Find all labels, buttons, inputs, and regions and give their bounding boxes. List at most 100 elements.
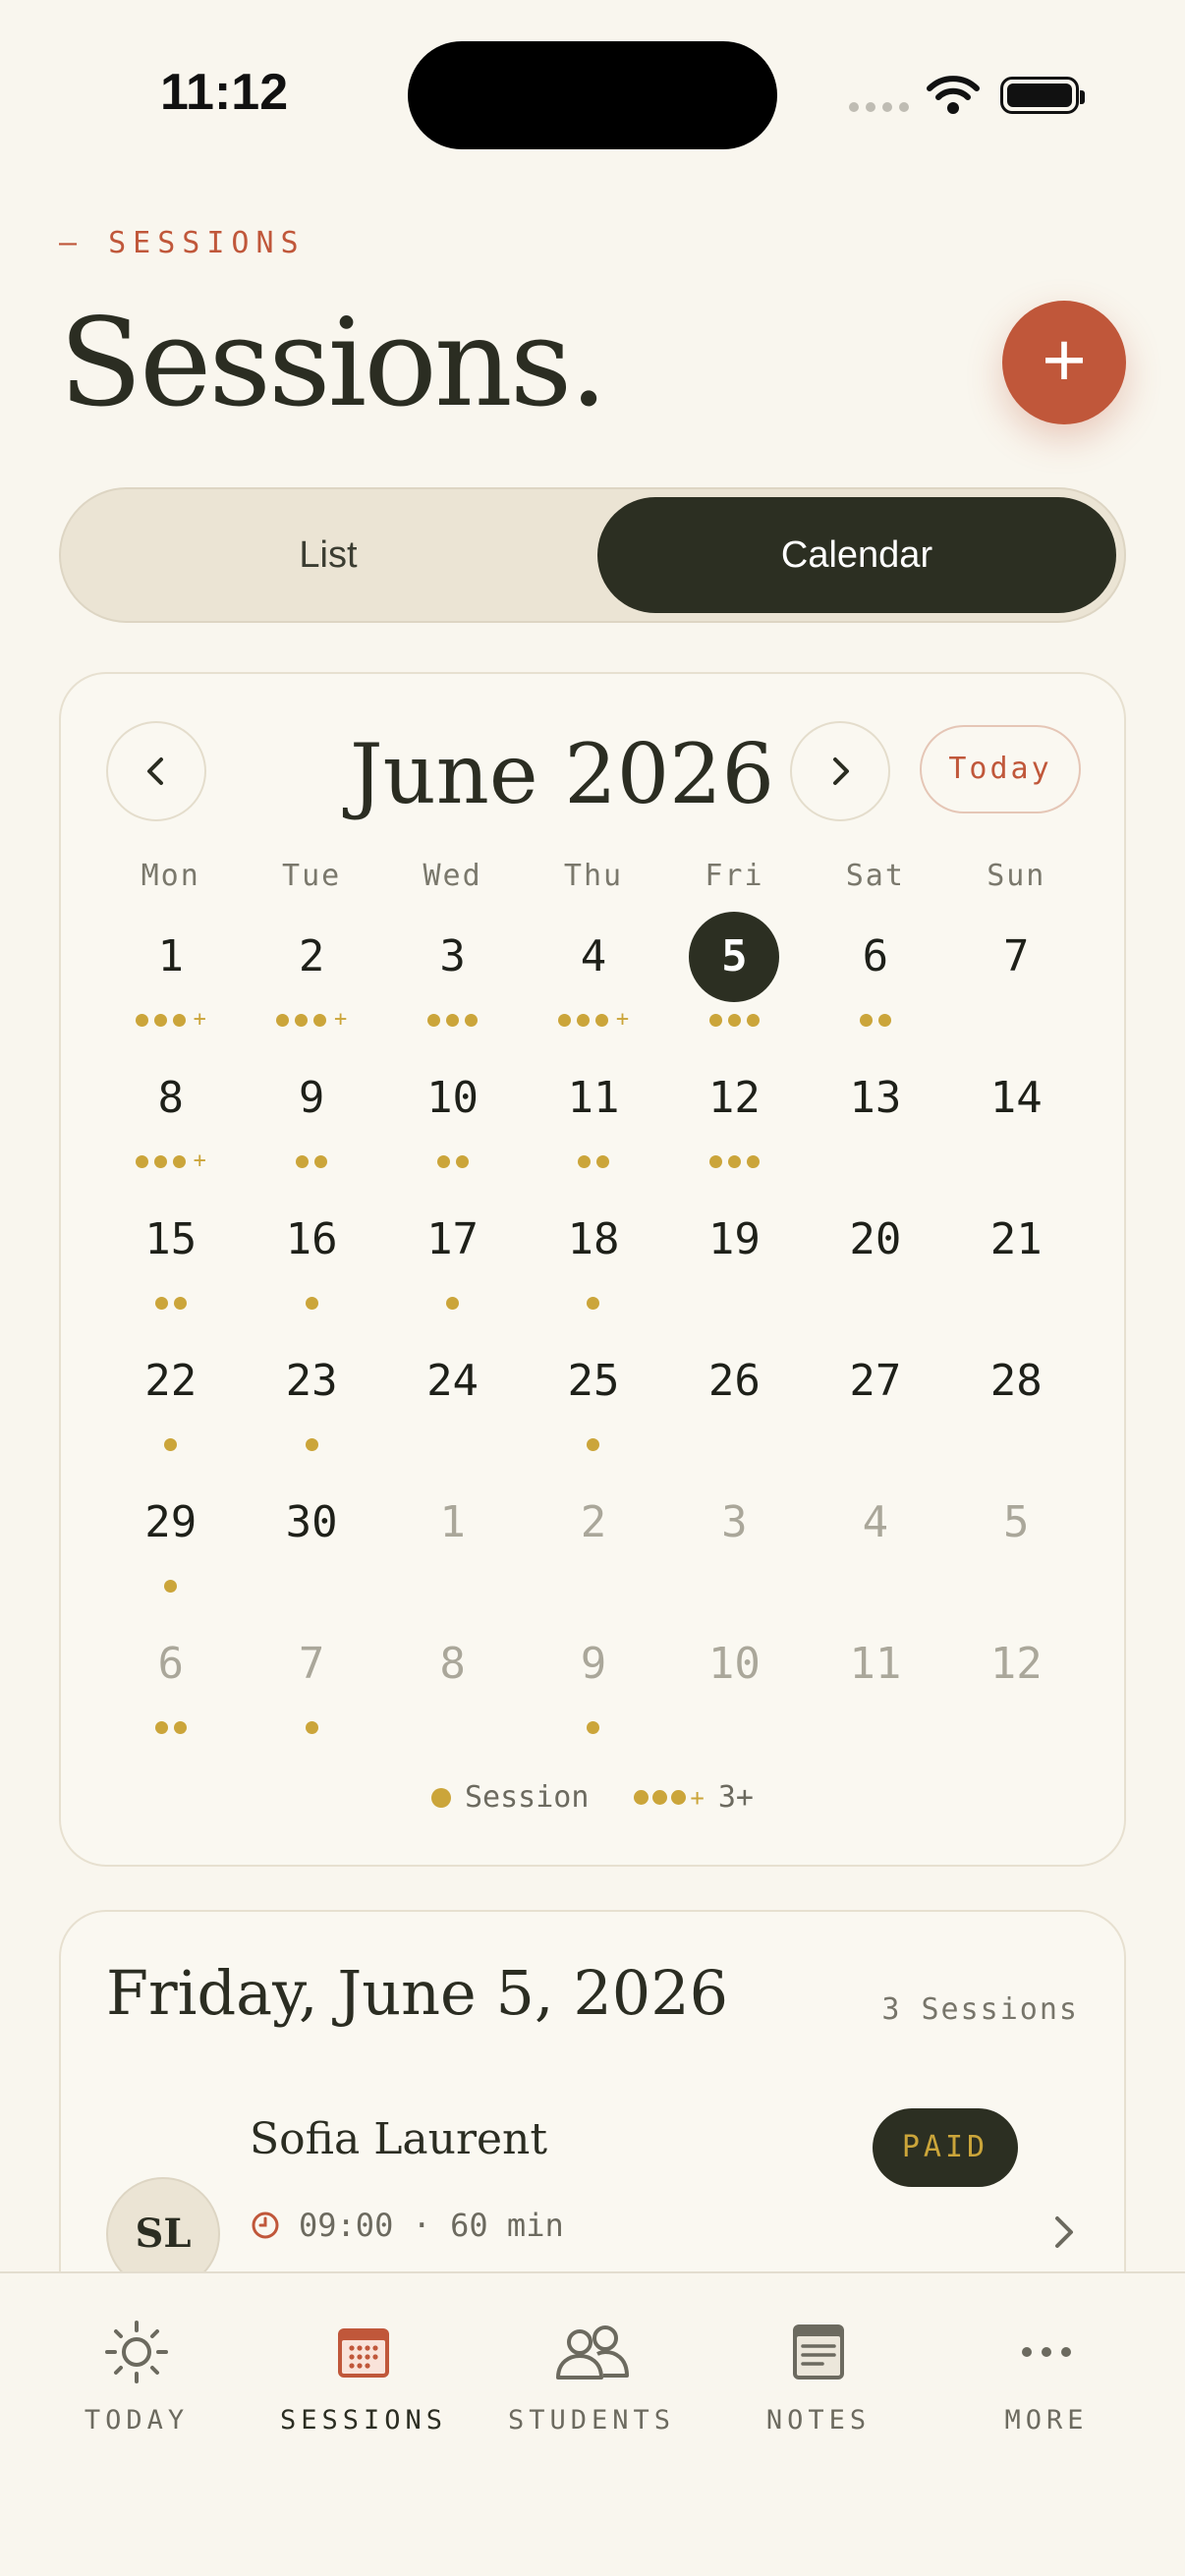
calendar-day[interactable]: 29 xyxy=(100,1478,241,1619)
calendar-day[interactable]: 20 xyxy=(805,1195,945,1336)
prev-month-button[interactable] xyxy=(106,721,206,821)
student-name: Sofia Laurent xyxy=(250,2114,548,2164)
tab-sessions[interactable]: SESSIONS xyxy=(246,2317,481,2436)
session-dot-icon xyxy=(446,1013,460,1027)
weekday-header: Mon Tue Wed Thu Fri Sat Sun xyxy=(100,859,1087,893)
day-number: 19 xyxy=(707,1214,761,1264)
calendar-day[interactable]: 23 xyxy=(241,1336,381,1478)
session-dots: + xyxy=(100,1009,241,1031)
session-dots xyxy=(241,1151,381,1171)
calendar-day[interactable]: 30 xyxy=(241,1478,381,1619)
calendar-day[interactable]: 8 + xyxy=(100,1053,241,1195)
calendar-day[interactable]: 15 xyxy=(100,1195,241,1336)
status-badge: PAID xyxy=(873,2108,1018,2187)
tab-bar: TODAY SESSIONS STUDENTS NOTES MORE xyxy=(0,2271,1185,2576)
day-number: 5 xyxy=(1003,1497,1030,1547)
session-dot-icon xyxy=(708,1154,722,1168)
calendar-day[interactable]: 9 xyxy=(241,1053,381,1195)
calendar-day[interactable]: 7 xyxy=(241,1619,381,1761)
calendar-day[interactable]: 16 xyxy=(241,1195,381,1336)
calendar-day[interactable]: 26 xyxy=(664,1336,805,1478)
weekday-label: Wed xyxy=(423,859,482,893)
calendar-day[interactable]: 10 xyxy=(664,1619,805,1761)
calendar-day[interactable]: 9 xyxy=(523,1619,663,1761)
day-number: 26 xyxy=(707,1356,761,1406)
calendar-day[interactable]: 10 xyxy=(382,1053,523,1195)
session-dot-icon xyxy=(427,1013,441,1027)
session-dots xyxy=(664,1151,805,1171)
calendar-day[interactable]: 11 xyxy=(523,1053,663,1195)
calendar-day[interactable]: 7 xyxy=(946,912,1087,1053)
list-view-tab[interactable]: List xyxy=(69,497,588,613)
next-month-button[interactable] xyxy=(790,721,890,821)
day-number: 8 xyxy=(157,1073,184,1123)
session-dots xyxy=(523,1151,663,1171)
session-dots xyxy=(100,1434,241,1454)
calendar-day[interactable]: 24 xyxy=(382,1336,523,1478)
session-count: 3 Sessions xyxy=(881,1992,1079,2027)
calendar-day[interactable]: 18 xyxy=(523,1195,663,1336)
session-dot-icon xyxy=(314,1154,328,1168)
page-title: Sessions. xyxy=(59,293,608,434)
session-dot-icon xyxy=(708,1013,722,1027)
calendar-day[interactable]: 25 xyxy=(523,1336,663,1478)
calendar-day[interactable]: 2 + xyxy=(241,912,381,1053)
weekday-label: Sun xyxy=(987,859,1046,893)
day-number: 2 xyxy=(580,1497,607,1547)
session-dot-icon xyxy=(305,1437,318,1451)
add-session-button[interactable]: + xyxy=(1002,301,1126,424)
calendar-day[interactable]: 28 xyxy=(946,1336,1087,1478)
day-number: 9 xyxy=(298,1073,325,1123)
session-dot-icon xyxy=(746,1013,760,1027)
tab-more[interactable]: MORE xyxy=(929,2317,1164,2436)
calendar-day-selected[interactable]: 5 xyxy=(664,912,805,1053)
session-dot-icon xyxy=(587,1296,600,1310)
calendar-day[interactable]: 6 xyxy=(100,1619,241,1761)
today-button[interactable]: Today xyxy=(920,725,1081,813)
calendar-day[interactable]: 1 xyxy=(382,1478,523,1619)
calendar-day[interactable]: 4 + xyxy=(523,912,663,1053)
day-number: 4 xyxy=(862,1497,889,1547)
calendar-day[interactable]: 6 xyxy=(805,912,945,1053)
tab-notes[interactable]: NOTES xyxy=(701,2317,936,2436)
session-dot-icon xyxy=(135,1154,148,1168)
day-number: 28 xyxy=(989,1356,1043,1406)
calendar-day[interactable]: 11 xyxy=(805,1619,945,1761)
calendar-day[interactable]: 3 xyxy=(664,1478,805,1619)
session-dots xyxy=(523,1717,663,1737)
day-number: 10 xyxy=(707,1639,761,1689)
calendar-day[interactable]: 4 xyxy=(805,1478,945,1619)
calendar-day[interactable]: 3 xyxy=(382,912,523,1053)
calendar-view-tab[interactable]: Calendar xyxy=(597,497,1116,613)
calendar-day[interactable]: 12 xyxy=(946,1619,1087,1761)
calendar-day[interactable]: 22 xyxy=(100,1336,241,1478)
session-dot-icon xyxy=(153,1154,167,1168)
tab-today[interactable]: TODAY xyxy=(19,2317,254,2436)
session-dot-icon xyxy=(727,1154,741,1168)
session-dot-icon xyxy=(164,1437,178,1451)
calendar-day[interactable]: 12 xyxy=(664,1053,805,1195)
session-dots xyxy=(241,1717,381,1737)
calendar-day[interactable]: 14 xyxy=(946,1053,1087,1195)
session-dots xyxy=(382,1010,523,1030)
day-number: 22 xyxy=(144,1356,198,1406)
session-dots xyxy=(100,1576,241,1596)
session-dot-icon xyxy=(577,1154,591,1168)
calendar-day[interactable]: 13 xyxy=(805,1053,945,1195)
calendar-day[interactable]: 1 + xyxy=(100,912,241,1053)
legend-many-label: 3+ xyxy=(717,1780,754,1815)
session-dot-icon xyxy=(446,1296,460,1310)
tab-students[interactable]: STUDENTS xyxy=(474,2317,709,2436)
tab-label: MORE xyxy=(1004,2405,1089,2436)
tab-label: NOTES xyxy=(765,2405,872,2436)
calendar-day[interactable]: 5 xyxy=(946,1478,1087,1619)
calendar-day[interactable]: 21 xyxy=(946,1195,1087,1336)
weekday-label: Thu xyxy=(563,859,624,893)
calendar-day[interactable]: 17 xyxy=(382,1195,523,1336)
calendar-day[interactable]: 2 xyxy=(523,1478,663,1619)
calendar-day[interactable]: 19 xyxy=(664,1195,805,1336)
calendar-day[interactable]: 8 xyxy=(382,1619,523,1761)
more-sessions-indicator: + xyxy=(334,1007,348,1032)
day-number: 10 xyxy=(426,1073,480,1123)
calendar-day[interactable]: 27 xyxy=(805,1336,945,1478)
